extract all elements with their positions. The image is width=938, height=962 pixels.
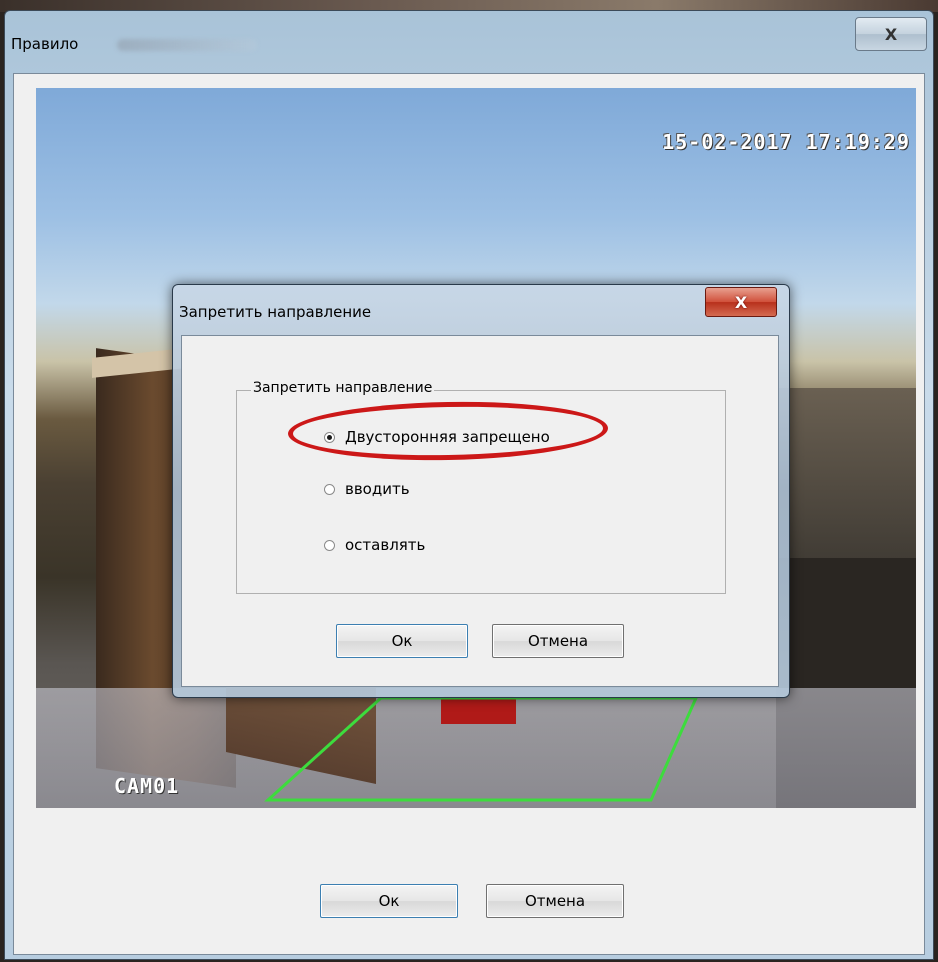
dialog-ok-button[interactable]: Ок xyxy=(336,624,468,658)
option-label: оставлять xyxy=(345,536,426,554)
close-icon: X xyxy=(884,24,898,44)
radio-button-checked[interactable] xyxy=(324,431,335,443)
option-bidirectional[interactable]: Двусторонняя запрещено xyxy=(324,428,550,446)
close-button[interactable]: X xyxy=(855,17,927,51)
dialog-close-button[interactable]: X xyxy=(705,287,777,317)
option-label: Двусторонняя запрещено xyxy=(345,428,550,446)
option-leave[interactable]: оставлять xyxy=(324,536,425,554)
option-enter[interactable]: вводить xyxy=(324,480,410,498)
groupbox-label: Запретить направление xyxy=(251,380,435,396)
radio-button[interactable] xyxy=(324,539,335,551)
dialog-client: Запретить направление Двусторонняя запре… xyxy=(181,335,779,687)
close-icon: X xyxy=(734,292,748,312)
outer-ok-button[interactable]: Ок xyxy=(320,884,458,918)
rule-window-titlebar[interactable]: Правило X xyxy=(5,11,933,73)
radio-button[interactable] xyxy=(324,483,335,495)
blurred-title-text xyxy=(117,39,257,51)
zone-polygon[interactable] xyxy=(264,696,699,802)
video-timestamp: 15-02-2017 17:19:29 xyxy=(662,130,910,154)
dialog-cancel-button[interactable]: Отмена xyxy=(492,624,624,658)
option-label: вводить xyxy=(345,480,410,498)
forbid-direction-dialog: Запретить направление X Запретить направ… xyxy=(172,284,790,698)
camera-label: CAM01 xyxy=(114,774,180,798)
rule-window-title: Правило xyxy=(11,35,79,53)
dialog-title: Запретить направление xyxy=(179,303,372,321)
outer-cancel-button[interactable]: Отмена xyxy=(486,884,624,918)
